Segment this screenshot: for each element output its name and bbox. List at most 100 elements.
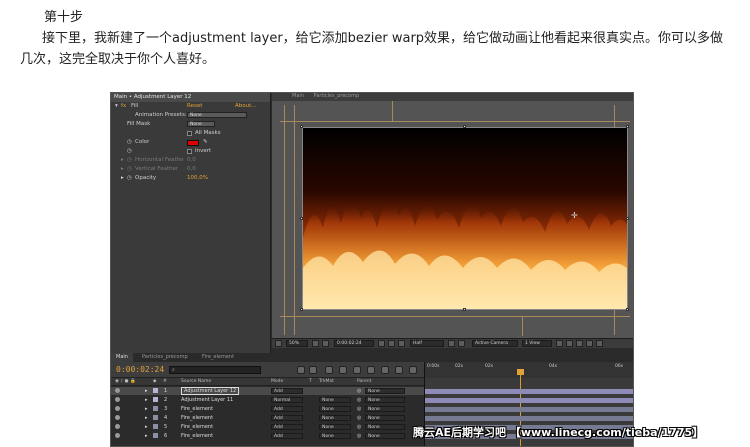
auto-keyframe-icon[interactable] [381,366,389,374]
safe-zones-icon[interactable] [312,340,319,347]
expand-triangle-icon[interactable]: ▸ [145,406,148,412]
vertical-feather-value[interactable]: 0,0 [187,166,196,172]
layer-duration-bar[interactable] [425,389,633,394]
playhead-handle[interactable] [517,369,524,375]
layer-duration-bar[interactable] [425,407,633,412]
transform-handle[interactable] [463,308,466,311]
blend-mode-select[interactable]: Add [271,406,303,412]
draft-3d-icon[interactable] [309,366,317,374]
current-time[interactable]: 0:00:02:24 [116,365,164,374]
stopwatch-icon[interactable]: ◷ [127,139,132,145]
transform-handle[interactable] [626,125,629,128]
eye-icon[interactable] [115,433,120,438]
transform-handle[interactable] [300,217,303,220]
stopwatch-icon[interactable]: ◷ [127,166,132,172]
layer-row[interactable]: ▸ 1 Adjustment Layer 12 Add ◎ None [111,387,424,395]
reset-exposure-icon[interactable] [596,340,603,347]
view-layout-select[interactable]: 1 View [522,340,552,347]
pick-whip-icon[interactable]: ◎ [357,424,361,430]
graph-editor-icon[interactable] [395,366,403,374]
expand-triangle-icon[interactable]: ▾ [115,103,118,109]
about-link[interactable]: About... [235,103,257,109]
brainstorm-icon[interactable] [367,366,375,374]
viewer-tab-comp[interactable]: Particles_precomp [314,93,360,99]
transform-handle[interactable] [300,125,303,128]
track-matte-select[interactable]: None [319,397,351,403]
parent-select[interactable]: None [365,433,405,439]
layer-row[interactable]: ▸ 2 Adjustment Layer 11 Normal None ◎ None [111,396,424,404]
stopwatch-icon[interactable]: ◷ [127,148,132,154]
expand-triangle-icon[interactable]: ▸ [145,424,148,430]
timeline-icon[interactable] [576,340,583,347]
zoom-select[interactable]: 50% [286,340,308,347]
eyedropper-icon[interactable]: ✎ [203,139,208,145]
label-color-swatch[interactable] [153,397,158,402]
pixel-aspect-icon[interactable] [556,340,563,347]
track-matte-select[interactable]: None [319,415,351,421]
parent-select[interactable]: None [365,415,405,421]
time-ruler[interactable]: 0:00s 02s 02s 04s 06s [424,362,633,378]
pick-whip-icon[interactable]: ◎ [357,433,361,439]
eye-icon[interactable] [115,424,120,429]
track-matte-select[interactable]: None [319,406,351,412]
label-color-swatch[interactable] [153,415,158,420]
camera-select[interactable]: Active Camera [472,340,518,347]
eye-icon[interactable] [115,406,120,411]
layer-row[interactable]: ▸ 5 Fire_element Add None ◎ None [111,423,424,431]
flowchart-icon[interactable] [586,340,593,347]
viewer-timecode[interactable]: 0:00:02:24 [334,340,374,347]
viewer-tab-main[interactable]: Main [292,93,304,99]
expand-triangle-icon[interactable]: ▸ [121,166,124,172]
layer-name[interactable]: Fire_element [181,406,213,412]
blend-mode-select[interactable]: Add [271,433,303,439]
hide-shy-layers-icon[interactable] [325,366,333,374]
layer-name[interactable]: Fire_element [181,415,213,421]
transform-handle[interactable] [626,308,629,311]
source-name-column[interactable]: Source Name [181,379,211,384]
snapshot-icon[interactable] [378,340,385,347]
stopwatch-icon[interactable]: ◷ [127,157,132,163]
show-channel-icon[interactable] [398,340,405,347]
trkmat-column[interactable]: TrkMat [319,379,334,384]
eye-icon[interactable] [115,415,120,420]
anchor-point-icon[interactable]: ✛ [571,211,578,220]
parent-select[interactable]: None [365,397,405,403]
layer-search-input[interactable]: ⌕ [169,366,261,374]
timeline-tab-main[interactable]: Main [111,353,133,362]
fill-mask-select[interactable]: None [187,121,215,127]
expand-triangle-icon[interactable]: ▸ [145,388,148,394]
expand-triangle-icon[interactable]: ▸ [145,415,148,421]
composition-viewer[interactable]: Main Particles_precomp ✛ [272,93,633,338]
all-masks-checkbox[interactable] [187,131,192,136]
track-matte-select[interactable]: None [319,433,351,439]
stopwatch-icon[interactable]: ◷ [127,175,132,181]
invert-checkbox[interactable] [187,149,192,154]
layer-name[interactable]: Adjustment Layer 11 [181,397,233,403]
fx-fill-row[interactable]: ▾ fx Fill Reset About... [111,103,271,111]
frame-blending-icon[interactable] [339,366,347,374]
horizontal-feather-value[interactable]: 0,0 [187,157,196,163]
region-of-interest-icon[interactable] [448,340,455,347]
live-update-icon[interactable] [409,366,417,374]
resolution-select[interactable]: Half [410,340,444,347]
motion-blur-icon[interactable] [353,366,361,374]
pick-whip-icon[interactable]: ◎ [357,388,361,394]
blend-mode-select[interactable]: Add [271,424,303,430]
expand-triangle-icon[interactable]: ▸ [121,175,124,181]
expand-triangle-icon[interactable]: ▸ [145,433,148,439]
blend-mode-select[interactable]: Add [271,388,303,394]
mode-column[interactable]: Mode [271,379,283,384]
label-color-swatch[interactable] [153,388,158,393]
layer-name[interactable]: Fire_element [181,424,213,430]
animation-presets-select[interactable]: None [187,112,247,118]
fast-previews-icon[interactable] [566,340,573,347]
track-matte-select[interactable]: None [319,424,351,430]
opacity-value[interactable]: 100,0% [187,175,208,181]
t-column[interactable]: T [309,379,312,384]
expand-triangle-icon[interactable]: ▸ [121,157,124,163]
layer-row[interactable]: ▸ 3 Fire_element Add None ◎ None [111,405,424,413]
transform-handle[interactable] [300,308,303,311]
layer-name[interactable]: Adjustment Layer 12 [181,387,240,395]
parent-select[interactable]: None [365,388,405,394]
label-color-swatch[interactable] [153,433,158,438]
